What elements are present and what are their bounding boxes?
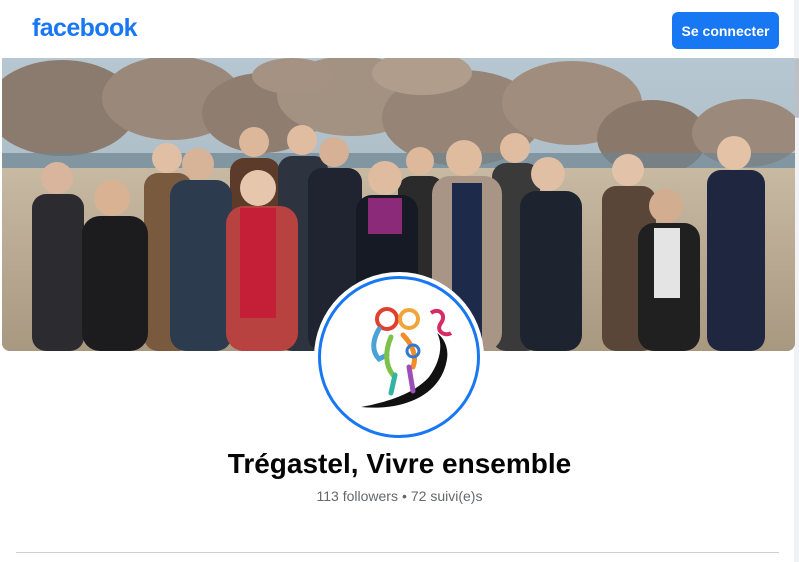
following-count[interactable]: 72 suivi(e)s — [411, 488, 483, 504]
facebook-logo[interactable]: facebook — [32, 14, 138, 43]
facebook-page: facebook Se connecter Trégastel, Vivre e… — [0, 0, 799, 562]
follower-stats: 113 followers • 72 suivi(e)s — [0, 488, 799, 504]
profile-picture[interactable] — [318, 276, 480, 438]
community-logo-icon — [361, 307, 453, 408]
followers-count[interactable]: 113 followers — [317, 488, 398, 504]
page-title: Trégastel, Vivre ensemble — [227, 448, 572, 479]
profile-picture-frame[interactable] — [314, 272, 484, 442]
stats-separator: • — [401, 488, 407, 504]
login-button[interactable]: Se connecter — [672, 12, 779, 49]
top-bar: facebook Se connecter — [0, 0, 799, 58]
scrollbar-thumb[interactable] — [795, 58, 799, 118]
section-divider — [16, 552, 779, 553]
